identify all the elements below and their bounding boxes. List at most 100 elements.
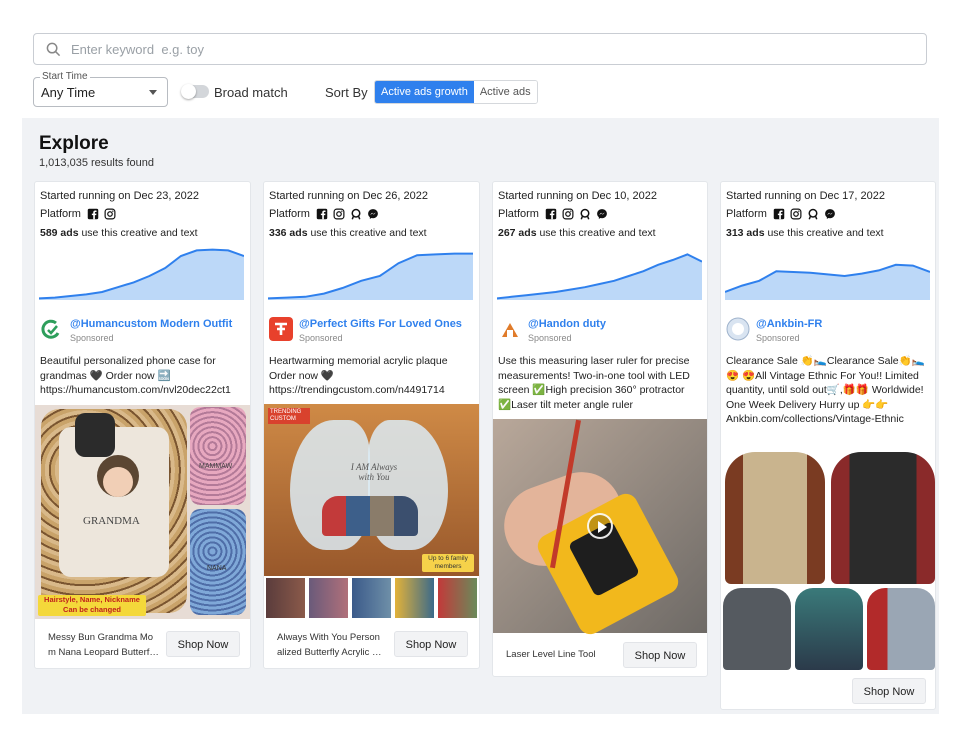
advertiser-name[interactable]: @Perfect Gifts For Loved Ones bbox=[299, 318, 462, 330]
search-icon bbox=[46, 42, 61, 56]
started-running: Started running on Dec 23, 2022 bbox=[40, 190, 200, 202]
sort-by-label: Sort By bbox=[325, 85, 368, 100]
phone-case-blue bbox=[190, 509, 246, 615]
audience-network-icon bbox=[580, 208, 590, 220]
sweater-2 bbox=[831, 452, 935, 584]
ads-count-suffix: use this creative and text bbox=[536, 227, 656, 239]
advertiser-name[interactable]: @Humancustom Modern Outfit bbox=[70, 318, 232, 330]
facebook-icon bbox=[87, 208, 99, 220]
platform-icons bbox=[87, 208, 121, 220]
advertiser-row[interactable]: @Ankbin-FR Sponsored bbox=[726, 317, 931, 347]
platform-icons bbox=[316, 208, 384, 220]
product-name: Laser Level Line Tool bbox=[506, 649, 596, 660]
explore-panel: Explore 1,013,035 results found Started … bbox=[22, 118, 939, 714]
sort-segmented-control: Active ads growth Active ads bbox=[374, 80, 538, 104]
start-time-select[interactable]: Start Time Any Time bbox=[33, 71, 168, 107]
messenger-icon bbox=[368, 209, 378, 219]
ads-count-line: 336 ads use this creative and text bbox=[269, 227, 427, 239]
sponsored-label: Sponsored bbox=[299, 333, 343, 343]
messenger-icon bbox=[597, 209, 607, 219]
ads-count-line: 313 ads use this creative and text bbox=[726, 227, 884, 239]
filter-bar: Start Time Any Time Broad match Sort By … bbox=[33, 71, 927, 110]
advertiser-name[interactable]: @Ankbin-FR bbox=[756, 318, 822, 330]
ad-description: Use this measuring laser ruler for preci… bbox=[498, 355, 690, 411]
ads-count-line: 589 ads use this creative and text bbox=[40, 227, 198, 239]
ad-card[interactable]: Started running on Dec 23, 2022 Platform… bbox=[34, 181, 251, 669]
facebook-icon bbox=[316, 208, 328, 220]
sponsored-label: Sponsored bbox=[528, 333, 572, 343]
customize-banner: Hairstyle, Name, Nickname Can be changed bbox=[38, 595, 146, 616]
ad-card[interactable]: Started running on Dec 10, 2022 Platform… bbox=[492, 181, 708, 677]
facebook-icon bbox=[773, 208, 785, 220]
explore-title: Explore bbox=[39, 133, 109, 154]
search-bar[interactable] bbox=[33, 33, 927, 65]
broad-match-label: Broad match bbox=[214, 85, 288, 100]
shop-now-button[interactable]: Shop Now bbox=[394, 631, 468, 657]
shop-now-button[interactable]: Shop Now bbox=[166, 631, 240, 657]
ads-count-suffix: use this creative and text bbox=[764, 227, 884, 239]
trend-area bbox=[268, 253, 473, 300]
ads-count: 313 ads bbox=[726, 227, 765, 239]
start-time-value: Any Time bbox=[41, 85, 96, 100]
card-footer: Messy Bun Grandma Mo m Nana Leopard Butt… bbox=[35, 627, 250, 667]
ads-count: 336 ads bbox=[269, 227, 308, 239]
platform-label: Platform bbox=[498, 208, 539, 220]
mammaw-text: MAMMAW bbox=[199, 463, 233, 470]
ad-card[interactable]: Started running on Dec 26, 2022 Platform… bbox=[263, 181, 480, 669]
search-input[interactable] bbox=[71, 41, 871, 57]
sponsored-label: Sponsored bbox=[70, 333, 114, 343]
toggle-knob bbox=[181, 84, 196, 99]
play-icon[interactable] bbox=[587, 513, 613, 539]
sweater-3 bbox=[723, 588, 791, 670]
advertiser-row[interactable]: @Perfect Gifts For Loved Ones Sponsored bbox=[269, 317, 474, 347]
platform-label: Platform bbox=[726, 208, 767, 220]
card-footer: Laser Level Line Tool Shop Now bbox=[493, 640, 707, 676]
advertiser-logo bbox=[40, 317, 64, 341]
broad-match-toggle[interactable] bbox=[181, 84, 209, 99]
family-members-badge: Up to 6 family members bbox=[422, 554, 474, 572]
ad-image[interactable] bbox=[721, 450, 935, 672]
customize-line-2: Can be changed bbox=[63, 605, 121, 614]
product-name: Messy Bun Grandma Mo m Nana Leopard Butt… bbox=[48, 632, 159, 658]
instagram-icon bbox=[562, 208, 574, 220]
nana-text: NANA bbox=[207, 565, 227, 572]
trend-chart bbox=[268, 252, 473, 300]
sponsored-label: Sponsored bbox=[756, 333, 800, 343]
advertiser-row[interactable]: @Humancustom Modern Outfit Sponsored bbox=[40, 317, 245, 347]
platform-icons bbox=[773, 208, 841, 220]
platform-row: Platform bbox=[40, 208, 121, 220]
ad-video-thumbnail[interactable] bbox=[493, 419, 707, 639]
results-count: 1,013,035 results found bbox=[39, 157, 154, 169]
started-running: Started running on Dec 17, 2022 bbox=[726, 190, 886, 202]
platform-row: Platform bbox=[269, 208, 384, 220]
shop-now-button[interactable]: Shop Now bbox=[852, 678, 926, 704]
facebook-icon bbox=[545, 208, 557, 220]
instagram-icon bbox=[790, 208, 802, 220]
camera-module bbox=[75, 413, 115, 457]
ad-description: Heartwarming memorial acrylic plaque Ord… bbox=[269, 355, 448, 397]
ad-image[interactable]: GRANDMA MAMMAW NANA Hairstyle, Name, Nic… bbox=[35, 405, 250, 619]
advertiser-logo bbox=[498, 317, 522, 341]
customize-line-1: Hairstyle, Name, Nickname bbox=[44, 595, 140, 604]
ads-count-line: 267 ads use this creative and text bbox=[498, 227, 656, 239]
ad-card[interactable]: Started running on Dec 17, 2022 Platform… bbox=[720, 181, 936, 710]
phone-case-pink bbox=[190, 407, 246, 505]
ad-image[interactable]: TRENDING CUSTOM I AM Always with You Up … bbox=[264, 404, 479, 620]
ad-description: Beautiful personalized phone case for gr… bbox=[40, 355, 231, 397]
trend-chart bbox=[725, 263, 930, 300]
sort-option-active-ads[interactable]: Active ads bbox=[473, 81, 537, 103]
advertiser-logo bbox=[726, 317, 750, 341]
ads-count-suffix: use this creative and text bbox=[78, 227, 198, 239]
started-running: Started running on Dec 10, 2022 bbox=[498, 190, 658, 202]
audience-network-icon bbox=[808, 208, 818, 220]
sort-option-active-ads-growth[interactable]: Active ads growth bbox=[375, 81, 474, 103]
shop-now-button[interactable]: Shop Now bbox=[623, 642, 697, 668]
sweater-5 bbox=[867, 588, 935, 670]
start-time-label: Start Time bbox=[40, 71, 90, 82]
advertiser-row[interactable]: @Handon duty Sponsored bbox=[498, 317, 703, 347]
sweater-4 bbox=[795, 588, 863, 670]
plaque-figures bbox=[322, 496, 418, 536]
ads-count: 589 ads bbox=[40, 227, 79, 239]
advertiser-name[interactable]: @Handon duty bbox=[528, 318, 606, 330]
started-running: Started running on Dec 26, 2022 bbox=[269, 190, 429, 202]
